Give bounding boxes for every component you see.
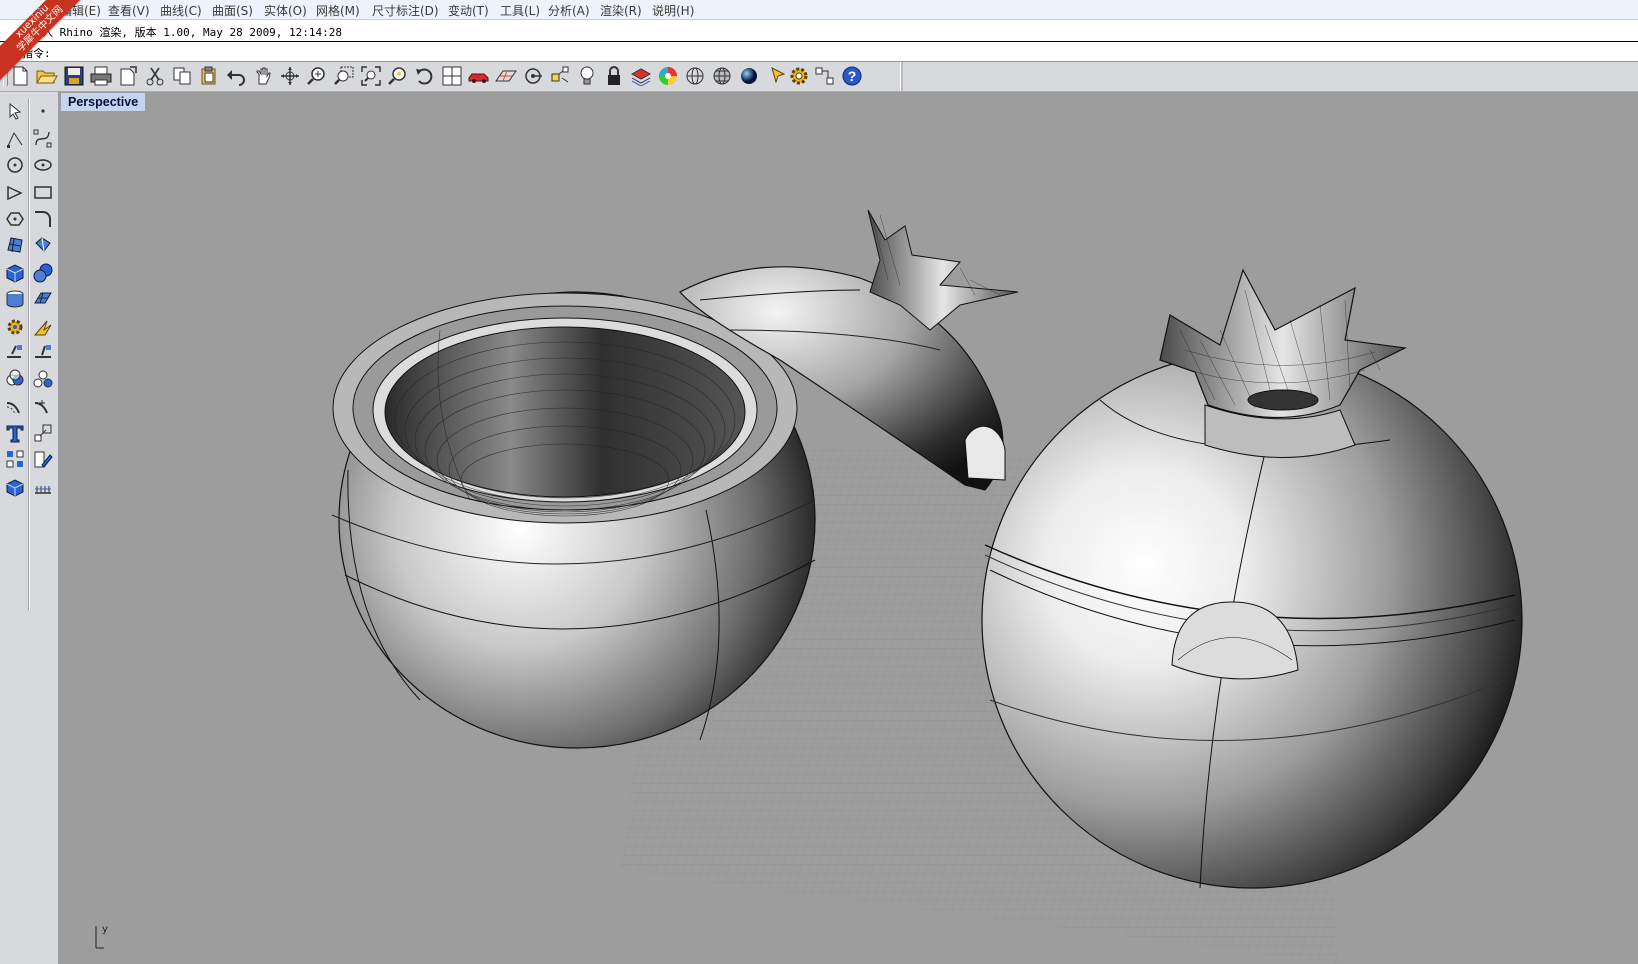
print-icon[interactable] [89, 65, 113, 87]
command-history-text: 载入 Rhino 渲染, 版本 1.00, May 28 2009, 12:14… [31, 26, 343, 39]
circle-icon[interactable] [2, 152, 28, 178]
scale-icon[interactable] [30, 420, 56, 446]
color-wheel-icon[interactable] [656, 65, 680, 87]
wireframe-icon[interactable] [683, 65, 707, 87]
polygon-icon[interactable] [2, 206, 28, 232]
svg-text:?: ? [848, 68, 857, 84]
menu-transform[interactable]: 变动(T) [448, 2, 489, 19]
menu-dimension[interactable]: 尺寸标注(D) [372, 2, 439, 19]
main-toolbar-left [0, 92, 59, 964]
dimension-icon[interactable] [30, 474, 56, 500]
zoom-window-icon[interactable] [332, 65, 356, 87]
explode-icon[interactable] [30, 314, 56, 340]
copy-icon[interactable] [170, 65, 194, 87]
render-icon[interactable] [737, 65, 761, 87]
gear-icon[interactable] [2, 314, 28, 340]
rebuild-icon[interactable] [30, 394, 56, 420]
menu-mesh[interactable]: 网格(M) [316, 2, 360, 19]
paste-icon[interactable] [197, 65, 221, 87]
options-icon[interactable] [813, 65, 837, 87]
osnap-icon[interactable] [548, 65, 572, 87]
array-icon[interactable] [2, 446, 28, 472]
light-icon[interactable] [575, 65, 599, 87]
text-icon[interactable] [2, 420, 28, 446]
menu-render[interactable]: 渲染(R) [600, 2, 642, 19]
menu-tools[interactable]: 工具(L) [500, 2, 540, 19]
curve-icon[interactable] [30, 126, 56, 152]
shaded-icon[interactable] [710, 65, 734, 87]
offset-icon[interactable] [2, 394, 28, 420]
boolean-icon[interactable] [2, 366, 28, 392]
bowl-model[interactable] [331, 291, 816, 749]
command-line[interactable]: 指令: [0, 42, 1638, 62]
viewport-title-tab[interactable]: Perspective [61, 93, 146, 111]
cylinder-icon[interactable] [2, 286, 28, 312]
rectangle-icon[interactable] [30, 180, 56, 206]
pot-model[interactable] [981, 268, 1523, 889]
menu-solid[interactable]: 实体(O) [264, 2, 307, 19]
polyline-icon[interactable] [2, 126, 28, 152]
edit-icon[interactable] [30, 446, 56, 472]
save-icon[interactable] [62, 65, 86, 87]
viewport-canvas[interactable] [59, 92, 1638, 964]
car-icon[interactable] [467, 65, 491, 87]
pan-icon[interactable] [251, 65, 275, 87]
gear-icon[interactable] [787, 65, 811, 87]
menu-analyze[interactable]: 分析(A) [548, 2, 590, 19]
split-icon[interactable] [30, 340, 56, 366]
menu-view[interactable]: 查看(V) [108, 2, 150, 19]
rotate-view-icon[interactable] [278, 65, 302, 87]
extrude-icon[interactable] [30, 232, 56, 258]
point-icon[interactable] [30, 98, 56, 124]
group-icon[interactable] [30, 366, 56, 392]
fillet-icon[interactable] [30, 206, 56, 232]
help-icon[interactable]: ? [840, 65, 864, 87]
undo-icon[interactable] [224, 65, 248, 87]
open-icon[interactable] [35, 65, 59, 87]
zoom-icon[interactable] [305, 65, 329, 87]
zoom-selected-icon[interactable] [386, 65, 410, 87]
layer-icon[interactable] [629, 65, 653, 87]
trim-icon[interactable] [2, 340, 28, 366]
sphere-icon[interactable] [30, 260, 56, 286]
surface-icon[interactable] [2, 232, 28, 258]
standard-toolbar: ? [0, 62, 1638, 92]
mesh-icon[interactable] [2, 474, 28, 500]
ellipse-icon[interactable] [30, 152, 56, 178]
cut-icon[interactable] [143, 65, 167, 87]
toolbar-end [900, 62, 903, 91]
select-icon[interactable] [2, 98, 28, 124]
axis-y-label: y [102, 924, 108, 935]
lock-icon[interactable] [602, 65, 626, 87]
box-icon[interactable] [2, 260, 28, 286]
plane-icon[interactable] [30, 286, 56, 312]
perspective-viewport[interactable] [59, 92, 1638, 964]
viewport-layout-icon[interactable] [440, 65, 464, 87]
zoom-extents-icon[interactable] [359, 65, 383, 87]
menu-bar: 编辑(E) 查看(V) 曲线(C) 曲面(S) 实体(O) 网格(M) 尺寸标注… [0, 0, 1638, 20]
arc-icon[interactable] [2, 180, 28, 206]
grid-plane-icon[interactable] [494, 65, 518, 87]
menu-curve[interactable]: 曲线(C) [160, 2, 202, 19]
command-history: 载入 Rhino 渲染, 版本 1.00, May 28 2009, 12:14… [0, 20, 1638, 42]
menu-surface[interactable]: 曲面(S) [212, 2, 253, 19]
menu-help[interactable]: 说明(H) [652, 2, 694, 19]
undo-view-icon[interactable] [413, 65, 437, 87]
cplane-icon[interactable] [521, 65, 545, 87]
import-icon[interactable] [116, 65, 140, 87]
